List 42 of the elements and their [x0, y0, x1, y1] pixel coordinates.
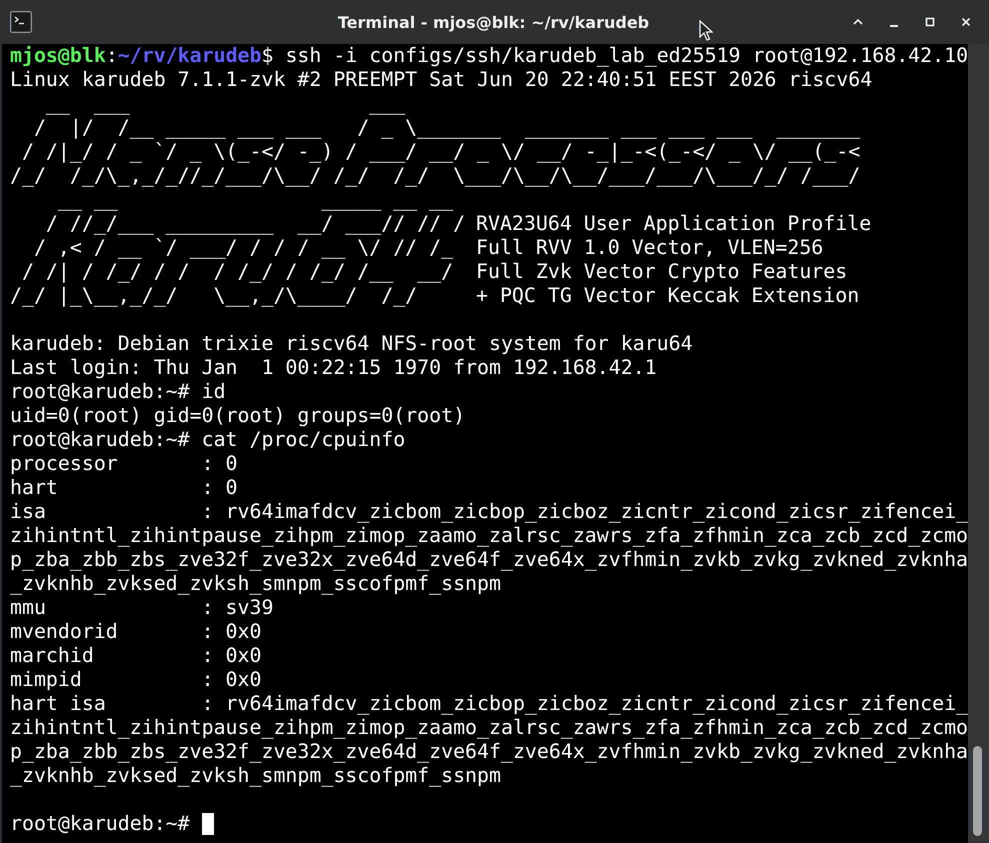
- output-line: mmu : sv39: [10, 596, 274, 620]
- command-line: mjos@blk:~/rv/karudeb$ ssh -i configs/ssh/karudeb_lab_ed25519 root@192.168.42.10: [10, 44, 968, 68]
- window-title: Terminal - mjos@blk: ~/rv/karudeb: [338, 12, 650, 32]
- close-icon: [960, 16, 972, 28]
- output-line: Linux karudeb 7.1.1-zvk #2 PREEMPT Sat Jun 20 22:40:51 EEST 2026 riscv64: [10, 68, 872, 92]
- minimize-icon: [890, 24, 898, 26]
- output-line: p_zba_zbb_zbs_zve32f_zve32x_zve64d_zve64f_zve64x_zvfhmin_zvkb_zvkg_zvkned_zvknha: [10, 548, 968, 572]
- ascii-art-line: / |/ /__ _____ ___ ___ / _ \_______ _______ ___ ___ ___ _______: [32, 116, 860, 140]
- output-line: mimpid : 0x0: [10, 668, 262, 692]
- mouse-pointer-icon: [699, 20, 713, 42]
- output-line: RVA23U64 User Application Profile: [476, 212, 872, 236]
- output-line: hart isa : rv64imafdcv_zicbom_zicbop_zicboz_zicntr_zicond_zicsr_zifencei_: [10, 692, 968, 716]
- ascii-art-line: / /| / /_/ / / / /_/ / /_/ /__ __/: [20, 260, 454, 284]
- output-line: Full Zvk Vector Crypto Features: [476, 260, 848, 284]
- terminal-icon: [10, 11, 32, 33]
- output-line: root@karudeb:~# cat /proc/cpuinfo: [10, 428, 406, 452]
- ascii-art-line: /_/ /_/\_,_/_//_/___/\__/ /_/ /_/ \___/\__/\__/___/___/\___/_/ /___/: [10, 164, 860, 188]
- output-line: uid=0(root) gid=0(root) groups=0(root): [10, 404, 466, 428]
- scrollbar-thumb[interactable]: [973, 746, 982, 836]
- output-line: _zvknhb_zvksed_zvksh_smnpm_sscofpmf_ssnpm: [10, 572, 501, 596]
- output-line: karudeb: Debian trixie riscv64 NFS-root system for karu64: [10, 332, 693, 356]
- ascii-art-line: __ __ _____ __ __: [56, 188, 454, 212]
- output-line: Last login: Thu Jan 1 00:22:15 1970 from 192.168.42.1: [10, 356, 657, 380]
- output-line: zihintntl_zihintpause_zihpm_zimop_zaamo_zalrsc_zawrs_zfa_zfhmin_zca_zcb_zcd_zcmo: [10, 524, 968, 548]
- ascii-art-line: __ ___ ___: [44, 92, 406, 116]
- output-line: processor : 0: [10, 452, 238, 476]
- ascii-art-line: / ,< / __ `/ ___/ / / / __ \/ // /_: [32, 236, 454, 260]
- ascii-art-line: / //_/___ _________ __/ ___// // /: [44, 212, 466, 236]
- output-line: hart : 0: [10, 476, 238, 500]
- ascii-art-line: /_/ |_\__,_/_/ \__,_/\____/ /_/: [10, 284, 418, 308]
- output-line: mvendorid : 0x0: [10, 620, 262, 644]
- output-line: zihintntl_zihintpause_zihpm_zimop_zaamo_zalrsc_zawrs_zfa_zfhmin_zca_zcb_zcd_zcmo: [10, 716, 968, 740]
- maximize-icon: [924, 16, 936, 28]
- output-line: root@karudeb:~# id: [10, 380, 226, 404]
- ascii-art-line: / /|_/ / _ `/ _ \(_-</ -_) / ___/ __/ _ \/ __/ -_|_-<(_-</ _ \/ __(_-<: [20, 140, 860, 164]
- output-line: root@karudeb:~#: [10, 812, 190, 836]
- output-line: Full RVV 1.0 Vector, VLEN=256: [476, 236, 824, 260]
- output-line: marchid : 0x0: [10, 644, 262, 668]
- output-line: p_zba_zbb_zbs_zve32f_zve32x_zve64d_zve64f_zve64x_zvfhmin_zvkb_zvkg_zvkned_zvknha: [10, 740, 968, 764]
- output-line: + PQC TG Vector Keccak Extension: [476, 284, 860, 308]
- output-line: isa : rv64imafdcv_zicbom_zicbop_zicboz_zicntr_zicond_zicsr_zifencei_: [10, 500, 968, 524]
- output-line: _zvknhb_zvksed_zvksh_smnpm_sscofpmf_ssnpm: [10, 764, 501, 788]
